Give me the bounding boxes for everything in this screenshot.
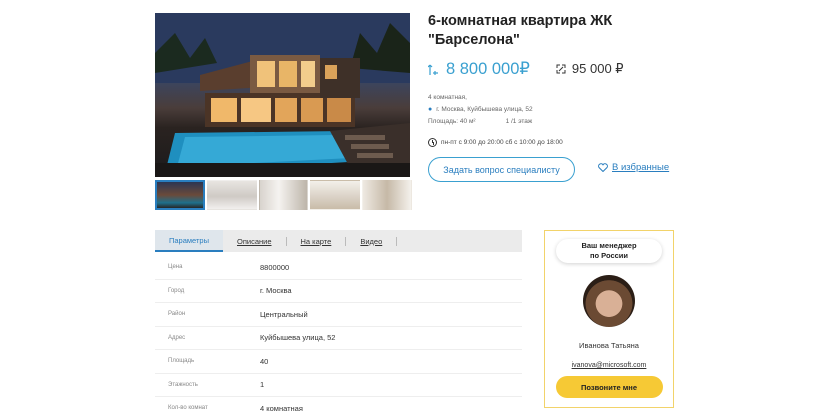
manager-name: Иванова Татьяна bbox=[579, 341, 639, 350]
param-key: Кол-во комнат bbox=[168, 405, 208, 412]
ask-specialist-button[interactable]: Задать вопрос специалисту bbox=[428, 157, 575, 182]
area-line: Площадь: 40 м² 1 /1 этаж bbox=[428, 116, 688, 128]
param-value: 8800000 bbox=[260, 262, 290, 272]
thumbnail-3[interactable] bbox=[258, 180, 309, 210]
param-value: 1 bbox=[260, 380, 265, 390]
listing-title-line2: "Барселона" bbox=[428, 32, 520, 48]
manager-heading: Ваш менеджер по России bbox=[556, 239, 662, 263]
listing-info: 6-комнатная квартира ЖК "Барселона" 8 80… bbox=[428, 12, 688, 147]
price-tag-icon bbox=[428, 64, 438, 75]
address-text: г. Москва, Куйбышева улица, 52 bbox=[436, 106, 533, 113]
hours-text: пн-пт с 9:00 до 20:00 сб с 10:00 до 18:0… bbox=[441, 139, 563, 146]
param-key: Этажность bbox=[168, 381, 198, 388]
manager-card: Ваш менеджер по России Иванова Татьяна i… bbox=[544, 230, 674, 408]
add-to-favorites-link[interactable]: В избранные bbox=[598, 162, 669, 173]
tab-divider bbox=[396, 236, 398, 246]
param-value: Центральный bbox=[260, 309, 308, 319]
thumbnail-strip bbox=[155, 180, 412, 210]
price-value: 8 800 000₽ bbox=[446, 60, 530, 78]
location-pin-icon: ● bbox=[428, 106, 433, 113]
param-value: г. Москва bbox=[260, 286, 292, 296]
tab-description[interactable]: Описание bbox=[223, 230, 286, 252]
table-row: Площадь 40 bbox=[155, 350, 522, 374]
table-row: Этажность 1 bbox=[155, 374, 522, 397]
price-row: 8 800 000₽ 95 000 ₽ bbox=[428, 58, 688, 80]
price: 8 800 000₽ bbox=[428, 59, 530, 79]
manager-email-link[interactable]: ivanova@microsoft.com bbox=[545, 362, 673, 369]
table-row: Город г. Москва bbox=[155, 280, 522, 303]
rooms-text: 4 комнатная, bbox=[428, 94, 467, 101]
param-key: Площадь bbox=[168, 358, 195, 365]
param-value: Куйбышева улица, 52 bbox=[260, 333, 336, 343]
thumbnail-4[interactable] bbox=[310, 180, 361, 210]
call-me-button[interactable]: Позвоните мне bbox=[555, 376, 663, 398]
table-row: Адрес Куйбышева улица, 52 bbox=[155, 327, 522, 350]
param-key: Город bbox=[168, 287, 185, 294]
param-key: Цена bbox=[168, 264, 183, 271]
price-per-sqm: 95 000 ₽ bbox=[556, 61, 624, 77]
heart-icon bbox=[598, 163, 608, 172]
param-key: Адрес bbox=[168, 334, 186, 341]
parameters-table: Цена 8800000 Город г. Москва Район Центр… bbox=[155, 256, 522, 420]
listing-meta: 4 комнатная, ● г. Москва, Куйбышева улиц… bbox=[428, 92, 688, 128]
manager-heading-line1: Ваш менеджер bbox=[581, 241, 637, 250]
details-tabs: Параметры Описание На карте Видео bbox=[155, 230, 522, 252]
avatar bbox=[583, 275, 635, 327]
address-line: ● г. Москва, Куйбышева улица, 52 bbox=[428, 104, 688, 116]
area-text: Площадь: 40 м² bbox=[428, 118, 476, 125]
table-row: Район Центральный bbox=[155, 303, 522, 327]
house-photo-illustration bbox=[155, 13, 410, 177]
table-row: Кол-во комнат 4 комнатная bbox=[155, 397, 522, 420]
main-photo[interactable] bbox=[155, 13, 410, 177]
thumbnail-5[interactable] bbox=[362, 180, 412, 210]
param-value: 4 комнатная bbox=[260, 403, 303, 413]
listing-title: 6-комнатная квартира ЖК "Барселона" bbox=[428, 12, 688, 50]
favorite-label: В избранные bbox=[612, 162, 670, 173]
tab-parameters[interactable]: Параметры bbox=[155, 230, 223, 252]
listing-title-line1: 6-комнатная квартира ЖК bbox=[428, 13, 613, 29]
tab-map[interactable]: На карте bbox=[287, 230, 346, 252]
table-row: Цена 8800000 bbox=[155, 256, 522, 280]
price-per-sqm-value: 95 000 ₽ bbox=[571, 61, 624, 76]
photo-gallery bbox=[155, 13, 412, 210]
manager-heading-line2: по России bbox=[589, 251, 629, 260]
param-key: Район bbox=[168, 311, 186, 318]
thumbnail-1[interactable] bbox=[155, 180, 205, 210]
working-hours: пн-пт с 9:00 до 20:00 сб с 10:00 до 18:0… bbox=[428, 138, 688, 147]
param-value: 40 bbox=[260, 356, 269, 366]
floor-text: 1 /1 этаж bbox=[505, 118, 533, 125]
clock-icon bbox=[428, 138, 437, 147]
thumbnail-2[interactable] bbox=[206, 180, 257, 210]
area-icon bbox=[556, 64, 566, 74]
tab-video[interactable]: Видео bbox=[346, 230, 396, 252]
